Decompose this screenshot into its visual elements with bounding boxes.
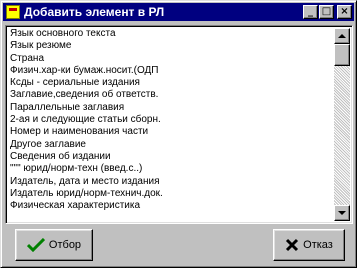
list-item[interactable]: Другое заглавие	[10, 139, 334, 151]
scroll-up-button[interactable]	[334, 28, 350, 44]
arrow-down-icon	[338, 211, 346, 215]
close-button[interactable]: ×	[337, 5, 352, 19]
add-element-dialog: Добавить элемент в РЛ _ □ × Язык основно…	[0, 0, 357, 268]
maximize-icon: □	[321, 6, 332, 17]
minimize-button[interactable]: _	[303, 5, 318, 19]
list-item[interactable]: Параллельные заглавия	[10, 102, 334, 114]
arrow-up-icon	[338, 34, 346, 38]
list-item[interactable]: Заглавие,сведения об ответств.	[10, 89, 334, 101]
list-item[interactable]: Физическая характеристика	[10, 200, 334, 212]
checkmark-icon	[26, 238, 45, 252]
element-listbox[interactable]: Язык основного текста Язык резюме Страна Фи…	[5, 25, 353, 224]
list-item[interactable]: Язык основного текста	[10, 28, 334, 40]
list-item[interactable]: 2-ая и следующие статьи сборн.	[10, 114, 334, 126]
vertical-scrollbar[interactable]	[334, 28, 350, 221]
close-icon: ×	[340, 6, 349, 17]
title-bar[interactable]: Добавить элемент в РЛ _ □ ×	[3, 3, 354, 21]
cancel-button[interactable]: Отказ	[273, 229, 345, 261]
select-button-label: Отбор	[48, 239, 82, 251]
minimize-icon: _	[308, 6, 313, 17]
element-list: Язык основного текста Язык резюме Страна Фи…	[10, 28, 334, 212]
scroll-down-button[interactable]	[334, 205, 350, 221]
list-item[interactable]: Номер и наименования части	[10, 126, 334, 138]
list-item[interactable]: Язык резюме	[10, 40, 334, 52]
list-item[interactable]: Физич.хар-ки бумаж.носит.(ОДП	[10, 65, 334, 77]
maximize-button[interactable]: □	[319, 5, 334, 19]
window-title: Добавить элемент в РЛ	[24, 5, 165, 19]
x-cross-icon	[285, 238, 299, 252]
list-item[interactable]: Страна	[10, 53, 334, 65]
scroll-thumb[interactable]	[334, 44, 350, 66]
list-item[interactable]: Ксды - сериальные издания	[10, 77, 334, 89]
list-item[interactable]: Издатель юрид/норм-технич.док.	[10, 188, 334, 200]
list-item[interactable]: Издатель, дата и место издания	[10, 176, 334, 188]
list-item[interactable]: """ юрид/норм-техн (введ.с..)	[10, 163, 334, 175]
cancel-button-label: Отказ	[303, 239, 333, 251]
window-controls: _ □ ×	[302, 5, 352, 19]
select-button[interactable]: Отбор	[15, 229, 93, 261]
list-item[interactable]: Сведения об издании	[10, 151, 334, 163]
app-icon	[6, 5, 20, 19]
